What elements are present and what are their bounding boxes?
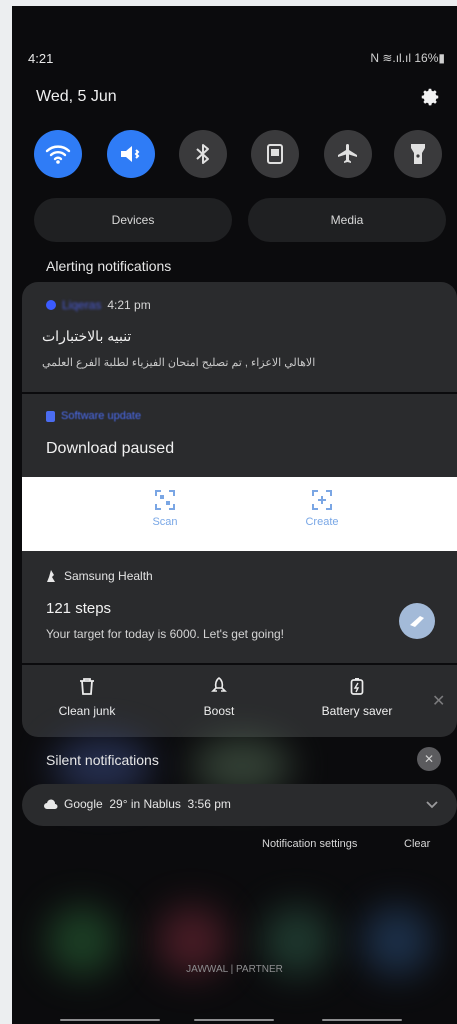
software-update-icon [46, 410, 55, 422]
date-label: Wed, 5 Jun [36, 88, 117, 105]
clean-junk-button[interactable]: Clean junk [52, 677, 122, 718]
notification-card-samsung-health[interactable]: Samsung Health 121 steps Your target for… [22, 551, 457, 663]
app-dot-icon [46, 300, 56, 310]
devices-button[interactable]: Devices [34, 198, 232, 242]
trash-icon [80, 678, 94, 695]
close-icon[interactable]: ✕ [432, 691, 445, 711]
create-label: Create [305, 516, 339, 528]
scan-button[interactable]: Scan [150, 489, 180, 528]
clean-junk-label: Clean junk [58, 704, 116, 718]
wifi-icon [45, 145, 71, 164]
notification-title: Download paused [46, 440, 175, 457]
flashlight-toggle[interactable] [394, 130, 442, 178]
notification-time: 4:21 pm [107, 298, 151, 312]
notification-app-name: Samsung Health [64, 569, 153, 583]
boost-button[interactable]: Boost [194, 677, 244, 718]
qr-create-icon [312, 490, 332, 510]
cloud-icon [44, 799, 58, 809]
create-button[interactable]: Create [302, 489, 342, 528]
nav-indicator [322, 1019, 402, 1021]
chevron-down-icon[interactable] [426, 801, 438, 809]
media-button[interactable]: Media [248, 198, 446, 242]
notification-shade: 4:21 N ≋.ıl.ıl 16%▮ Wed, 5 Jun Devices M… [12, 6, 457, 1024]
bluetooth-toggle[interactable] [179, 130, 227, 178]
shoe-icon [410, 616, 424, 627]
alerting-section-title: Alerting notifications [46, 258, 172, 274]
notification-body: Your target for today is 6000. Let's get… [46, 627, 285, 641]
google-weather-text: Google 29° in Nablus 3:56 pm [64, 797, 231, 811]
clear-all-link[interactable]: Clear [404, 838, 430, 850]
notification-app-name: Liqeras [62, 298, 102, 312]
notification-card-software-update[interactable]: Software update Download paused [22, 394, 457, 477]
notification-title: تنبيه بالاختبارات [42, 328, 132, 344]
carrier-label: JAWWAL | PARTNER [186, 964, 283, 975]
qr-action-band: Scan Create [22, 477, 457, 551]
airplane-toggle[interactable] [324, 130, 372, 178]
portrait-icon [267, 144, 283, 164]
health-icon [47, 570, 55, 582]
scan-label: Scan [152, 516, 178, 528]
silent-section-title: Silent notifications [46, 752, 159, 768]
rocket-icon [211, 677, 227, 692]
sound-toggle[interactable] [107, 130, 155, 178]
health-walk-button[interactable] [399, 603, 435, 639]
bluetooth-icon [196, 144, 209, 164]
notification-app-name: Software update [61, 410, 142, 422]
airplane-icon [338, 144, 357, 163]
nav-indicator [194, 1019, 274, 1021]
close-icon: ✕ [423, 752, 435, 766]
qr-scan-icon [155, 490, 175, 510]
nav-indicator [60, 1019, 160, 1021]
mute-icon [121, 146, 140, 162]
wifi-toggle[interactable] [34, 130, 82, 178]
settings-gear-icon[interactable] [419, 86, 441, 108]
notification-body: الاهالي الاعزاء , تم تصليح امتحان الفيزي… [42, 357, 316, 369]
portrait-toggle[interactable] [251, 130, 299, 178]
notification-card-telegram[interactable]: Liqeras 4:21 pm تنبيه بالاختبارات الاهال… [22, 282, 457, 392]
notification-settings-link[interactable]: Notification settings [262, 838, 357, 850]
clear-silent-button[interactable]: ✕ [417, 747, 441, 771]
flashlight-icon [411, 144, 425, 164]
status-time: 4:21 [28, 51, 54, 66]
boost-label: Boost [203, 704, 235, 718]
device-care-actions: Clean junk Boost Battery saver ✕ [22, 665, 457, 737]
battery-saver-label: Battery saver [321, 704, 393, 718]
battery-saver-button[interactable]: Battery saver [307, 677, 407, 718]
notification-card-google[interactable]: Google 29° in Nablus 3:56 pm [22, 784, 457, 826]
battery-saver-icon [350, 678, 364, 695]
notification-title: 121 steps [46, 600, 112, 617]
status-indicators: N ≋.ıl.ıl 16%▮ [370, 51, 445, 65]
